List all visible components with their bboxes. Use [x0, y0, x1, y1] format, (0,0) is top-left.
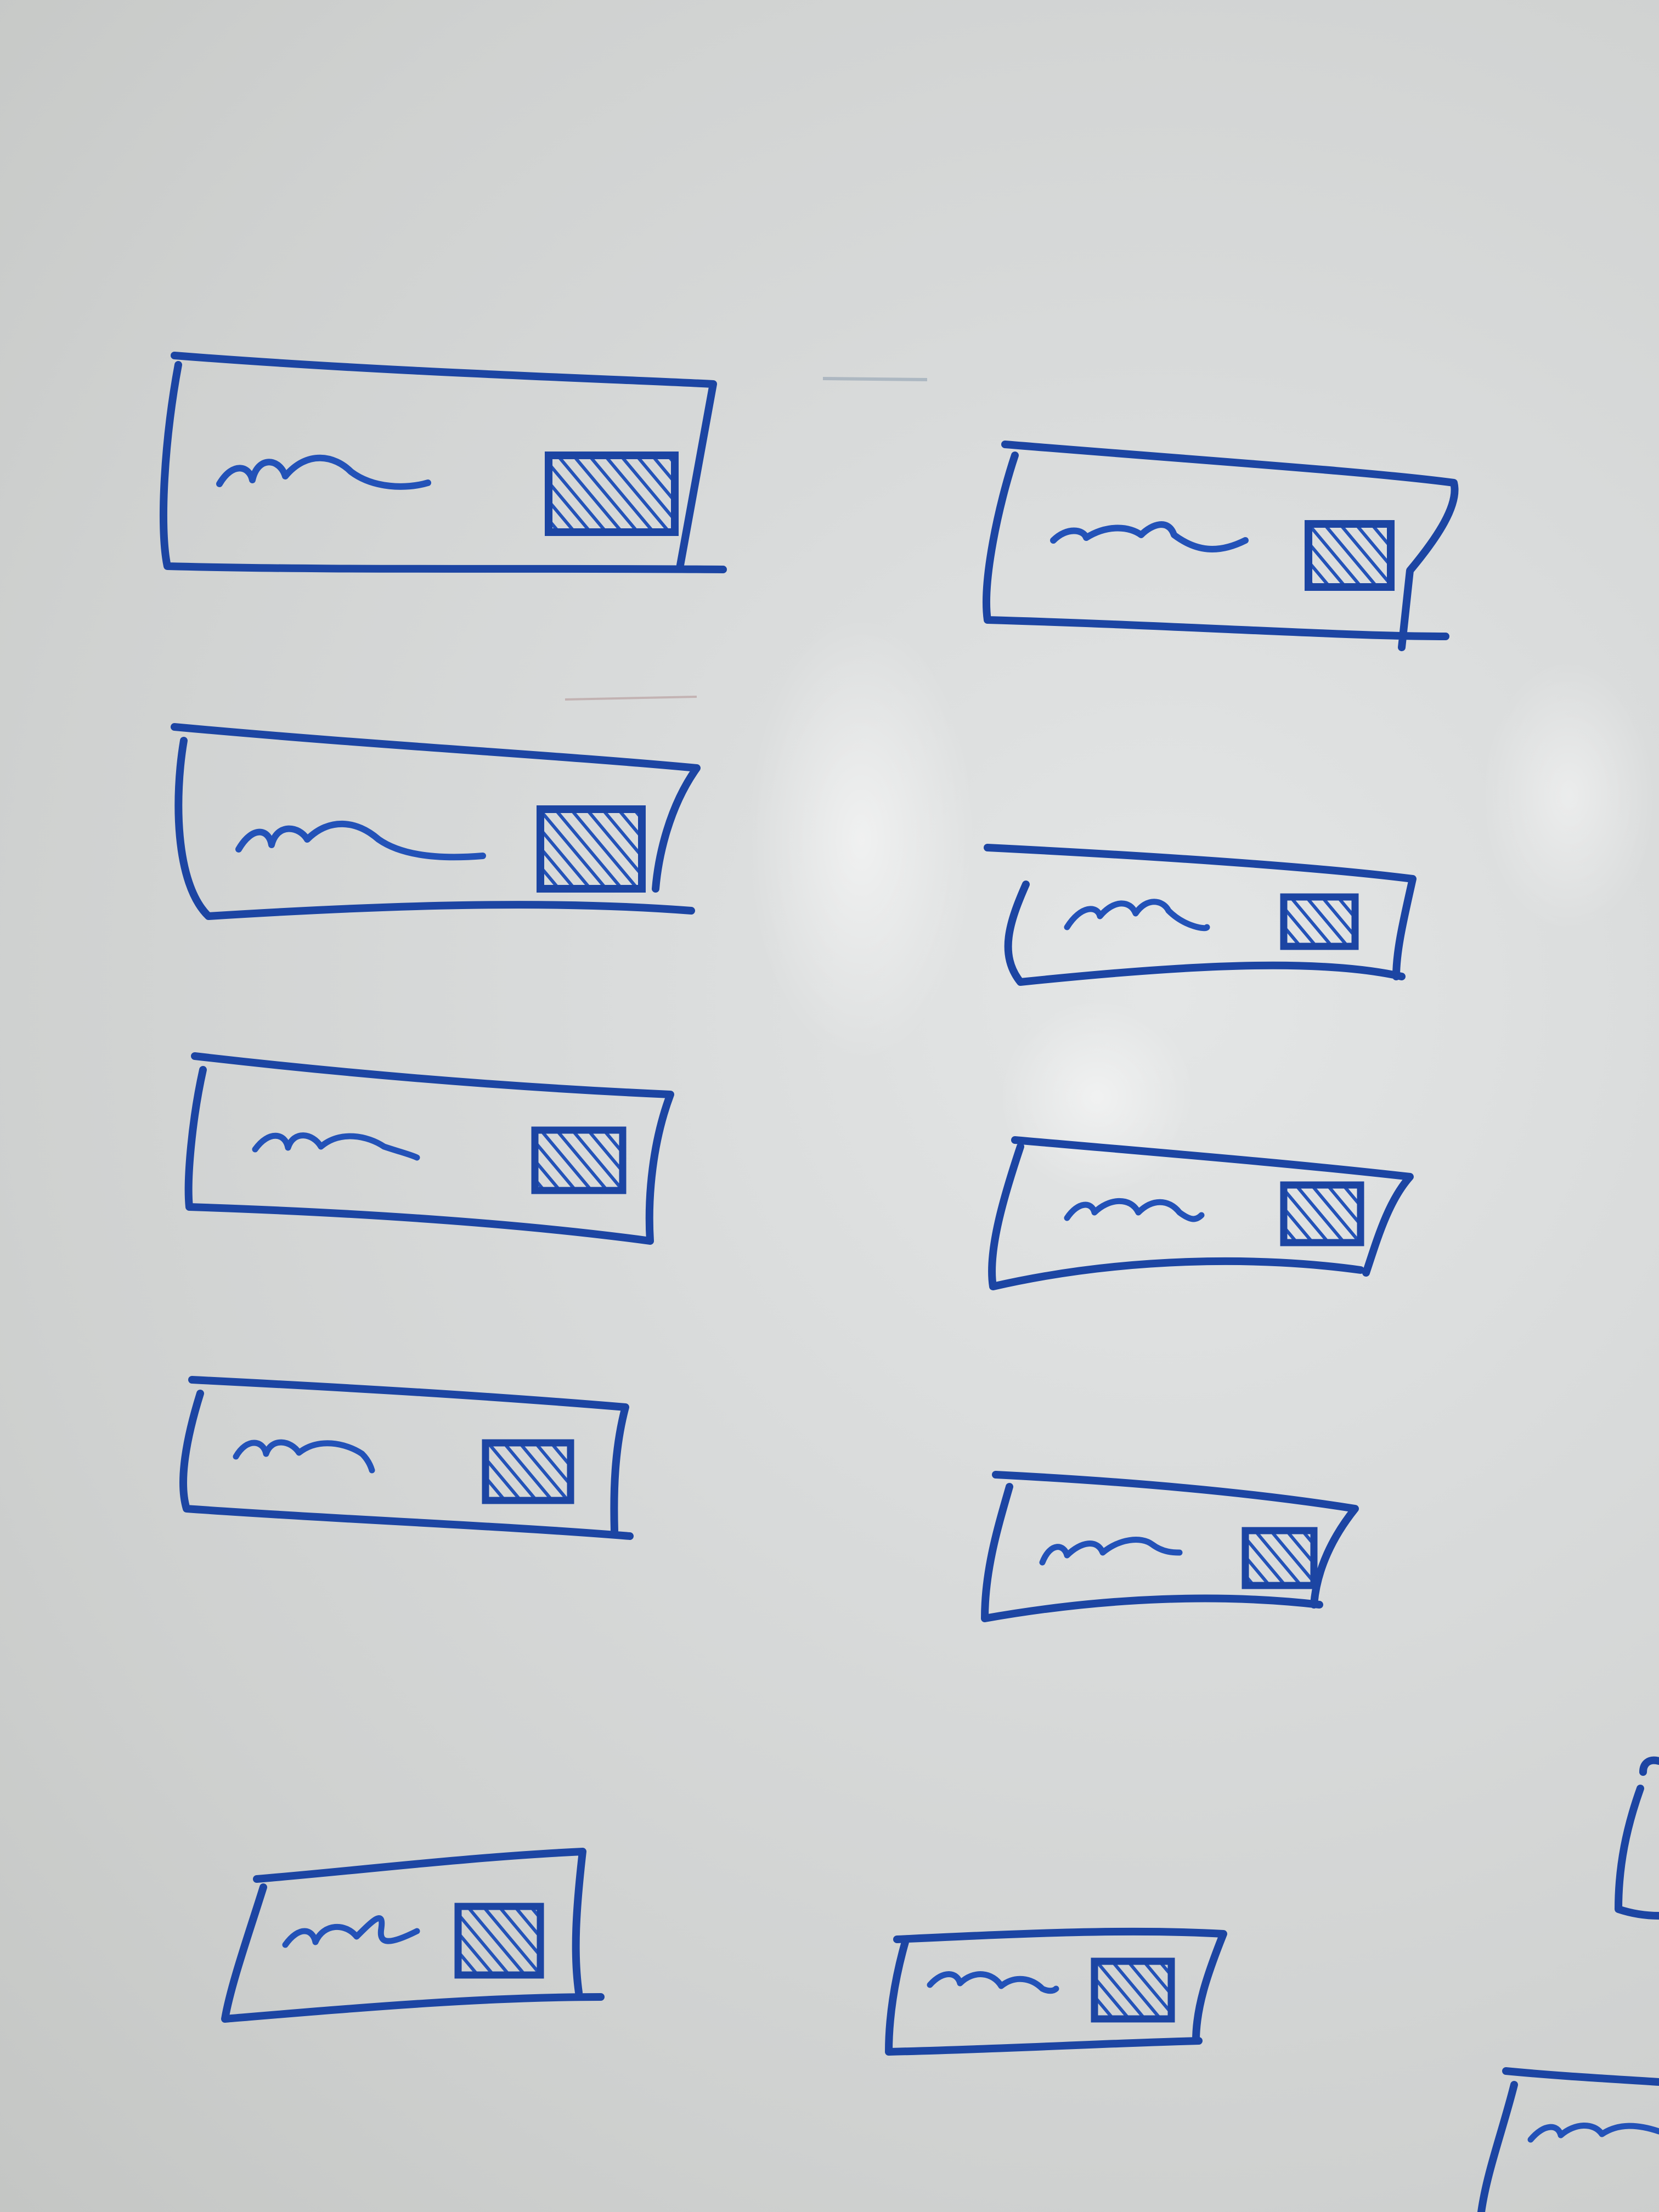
wireframe-card — [984, 844, 1417, 986]
text-squiggle — [216, 454, 431, 490]
wireframe-card — [983, 441, 1459, 651]
image-placeholder-icon — [1280, 893, 1359, 950]
text-squiggle — [235, 820, 486, 861]
image-placeholder-icon — [531, 1126, 627, 1194]
image-placeholder-icon — [482, 1439, 574, 1504]
image-placeholder-icon — [1091, 1957, 1175, 2023]
faint-mark — [565, 696, 697, 701]
wireframe-card — [171, 723, 701, 920]
whiteboard-surface — [0, 0, 1659, 2212]
wireframe-card — [221, 1848, 605, 2023]
text-squiggle — [1039, 1537, 1183, 1566]
wireframe-card — [184, 1052, 674, 1245]
wireframe-sketch — [159, 352, 1659, 2212]
image-placeholder-icon — [545, 452, 679, 536]
image-placeholder-icon — [1305, 520, 1395, 591]
wireframe-card — [885, 1927, 1227, 2056]
wireframe-card-partial — [1477, 2067, 1659, 2212]
card-outline — [1615, 1756, 1659, 1920]
text-squiggle — [1050, 521, 1249, 552]
image-placeholder-icon — [1280, 1181, 1364, 1246]
wireframe-card-partial — [1615, 1756, 1659, 1920]
image-placeholder-icon — [454, 1903, 544, 1979]
faint-mark — [822, 377, 928, 381]
image-placeholder-icon — [1242, 1527, 1318, 1589]
text-squiggle — [1064, 1198, 1205, 1222]
wireframe-card — [179, 1376, 634, 1540]
text-squiggle — [1527, 2123, 1659, 2143]
wireframe-card — [981, 1471, 1359, 1622]
wireframe-card — [159, 352, 727, 573]
card-outline — [1477, 2067, 1659, 2212]
image-placeholder-icon — [537, 805, 646, 893]
text-squiggle — [233, 1439, 375, 1474]
wireframe-card — [988, 1136, 1414, 1290]
text-squiggle — [252, 1132, 420, 1161]
text-squiggle — [282, 1915, 420, 1948]
text-squiggle — [1064, 899, 1210, 932]
text-squiggle — [927, 1971, 1059, 1994]
